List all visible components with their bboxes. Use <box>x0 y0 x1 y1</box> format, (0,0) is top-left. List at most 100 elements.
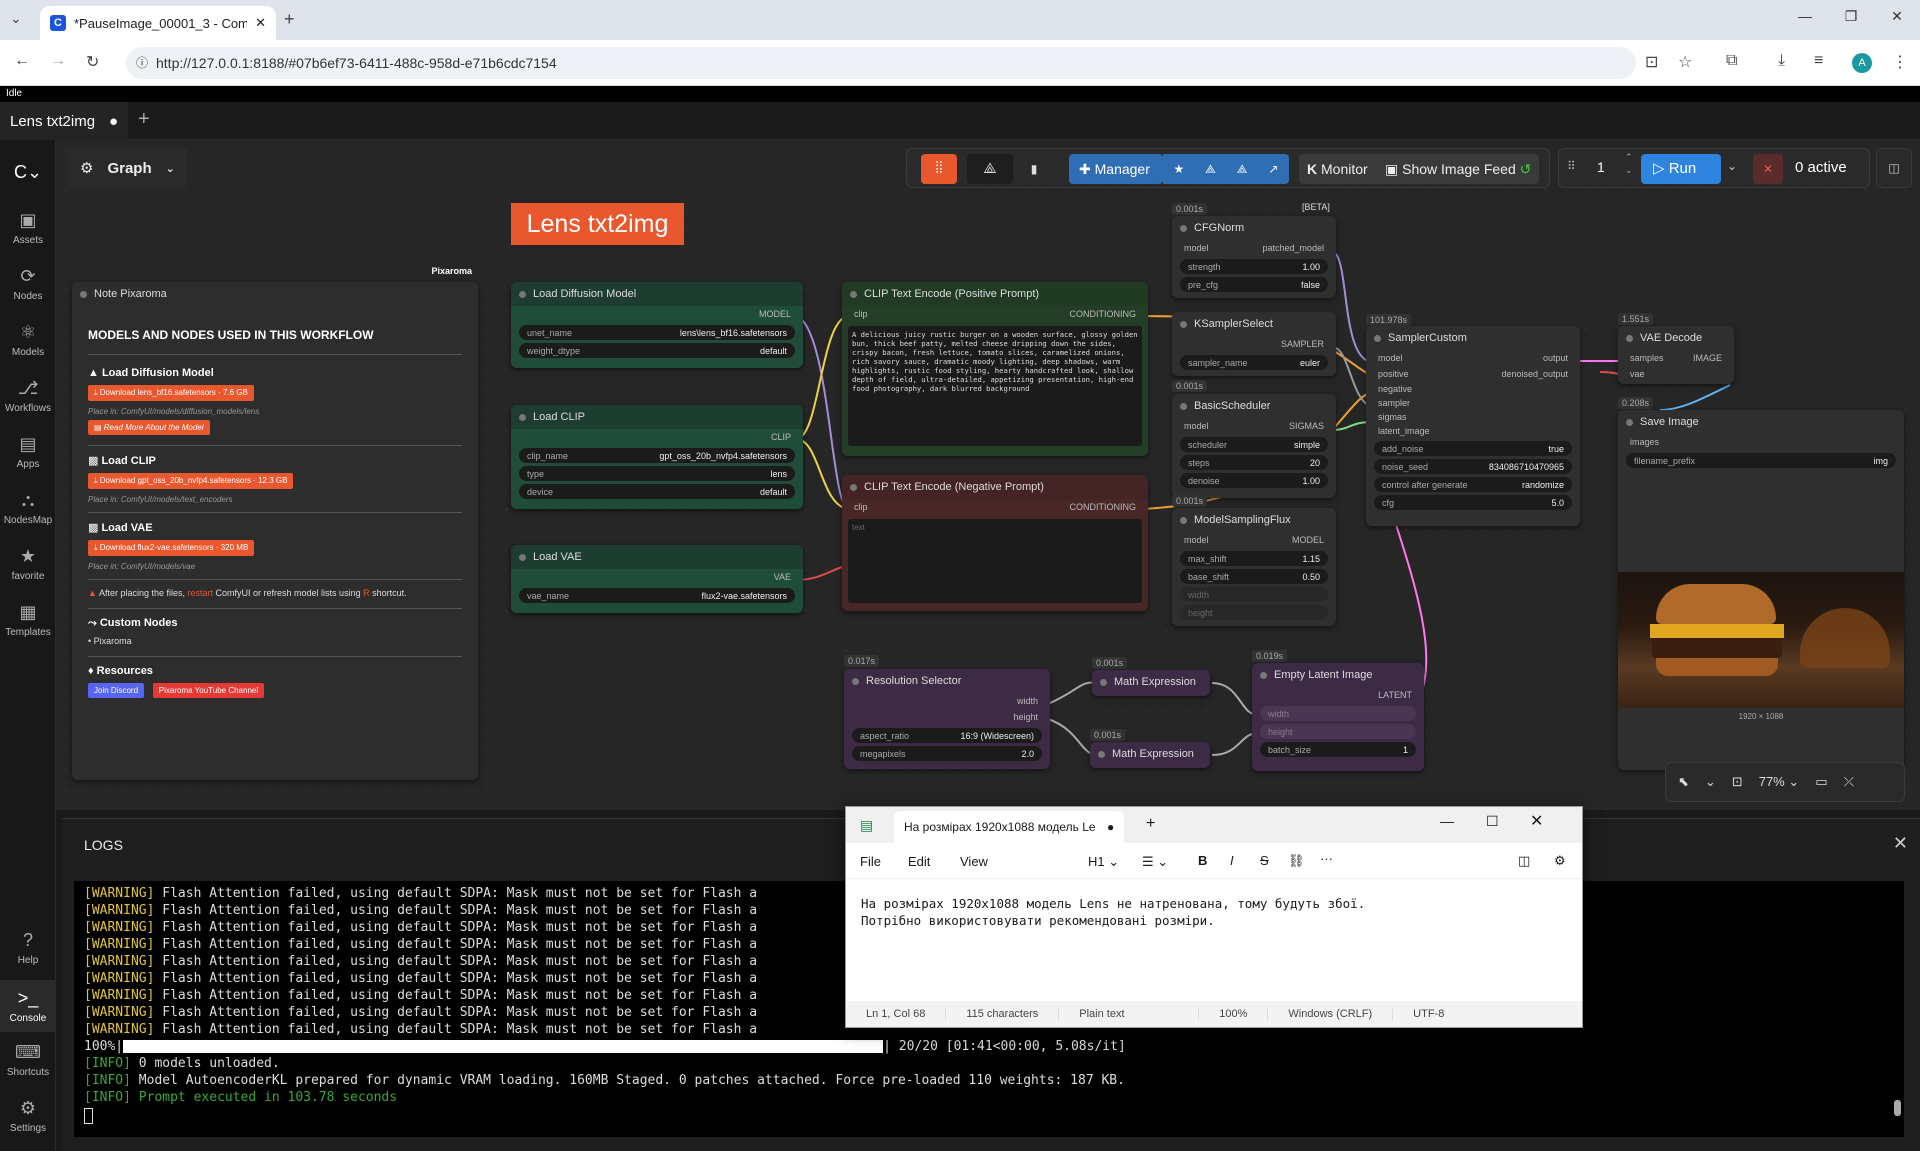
input-positive[interactable]: positive denoised_output <box>1366 366 1580 382</box>
output-model[interactable]: MODEL <box>1292 532 1324 548</box>
menu-edit[interactable]: Edit <box>908 854 930 869</box>
vae-name-widget[interactable]: vae_name flux2-vae.safetensors <box>519 588 795 603</box>
clip-negative-node[interactable]: CLIP Text Encode (Negative Prompt) clip C… <box>842 475 1148 611</box>
output-vae[interactable]: VAE <box>511 569 803 585</box>
output-denoised[interactable]: denoised_output <box>1501 366 1568 382</box>
weight-dtype-widget[interactable]: weight_dtype default <box>519 343 795 358</box>
input-latent-image[interactable]: latent_image <box>1366 424 1580 438</box>
strikethrough-icon[interactable]: S <box>1260 853 1269 868</box>
more-icon[interactable]: ··· <box>1320 851 1333 866</box>
denoise-widget[interactable]: denoise 1.00 <box>1180 473 1328 488</box>
minimize-icon[interactable]: — <box>1440 813 1454 829</box>
close-logs-icon[interactable]: ✕ <box>1893 833 1908 854</box>
basic-scheduler-node[interactable]: BasicScheduler model SIGMAS scheduler simp… <box>1172 394 1336 498</box>
close-window-icon[interactable]: ✕ <box>1530 811 1543 831</box>
math-expression-node-1[interactable]: Math Expression <box>1092 670 1210 696</box>
copilot-icon[interactable]: ◫ <box>1518 853 1530 869</box>
output-width[interactable]: width <box>844 693 1050 709</box>
output-image[interactable]: IMAGE <box>1693 350 1722 366</box>
new-tab-icon[interactable]: + <box>1146 815 1155 833</box>
save-image-node[interactable]: Save Image images filename_prefix img 192… <box>1618 410 1904 770</box>
type-widget[interactable]: type lens <box>519 466 795 481</box>
unet-name-widget[interactable]: unet_name lens\lens_bf16.safetensors <box>519 325 795 340</box>
width-input[interactable]: width <box>1180 587 1328 602</box>
output-sampler[interactable]: SAMPLER <box>1172 336 1336 352</box>
logs-scrollbar[interactable] <box>1892 895 1902 1119</box>
max-shift-widget[interactable]: max_shift 1.15 <box>1180 551 1328 566</box>
output-clip[interactable]: CLIP <box>511 429 803 445</box>
latent-height-input[interactable]: height <box>1260 724 1416 739</box>
note-node[interactable]: Pixaroma Note Pixaroma MODELS AND NODES … <box>72 266 478 780</box>
input-negative[interactable]: negative <box>1366 382 1580 396</box>
status-line-ending[interactable]: Windows (CRLF) <box>1268 1008 1394 1020</box>
strength-widget[interactable]: strength 1.00 <box>1180 259 1328 274</box>
resolution-selector-node[interactable]: Resolution Selector width height aspect_… <box>844 669 1050 769</box>
add-noise-toggle[interactable]: add_noise true <box>1374 441 1572 456</box>
discord-button[interactable]: Join Discord <box>88 683 145 698</box>
read-more-button[interactable]: ▤ Read More About the Model <box>88 420 210 435</box>
load-clip-node[interactable]: Load CLIP CLIP clip_name gpt_oss_20b_nvfp… <box>511 405 803 509</box>
generated-image[interactable] <box>1618 572 1904 708</box>
clip-positive-node[interactable]: CLIP Text Encode (Positive Prompt) clip C… <box>842 282 1148 456</box>
fit-view-icon[interactable]: ⊡ <box>1732 774 1743 790</box>
menu-view[interactable]: View <box>960 854 988 869</box>
youtube-button[interactable]: Pixaroma YouTube Channel <box>152 683 265 698</box>
input-model[interactable]: model patched_model <box>1172 240 1336 256</box>
menu-file[interactable]: File <box>860 854 881 869</box>
clip-name-widget[interactable]: clip_name gpt_oss_20b_nvfp4.safetensors <box>519 448 795 463</box>
megapixels-widget[interactable]: megapixels 2.0 <box>852 746 1042 761</box>
negative-prompt-textarea[interactable]: text <box>848 519 1142 603</box>
input-clip[interactable]: clip CONDITIONING <box>842 499 1148 515</box>
notepad-tab[interactable]: На розмірах 1920x1088 модель Le ● <box>894 811 1124 843</box>
input-model[interactable]: model MODEL <box>1172 532 1336 548</box>
ksampler-select-node[interactable]: KSamplerSelect SAMPLER sampler_name euler <box>1172 312 1336 376</box>
noise-seed-widget[interactable]: noise_seed 834086710470965 <box>1374 459 1572 474</box>
input-sampler[interactable]: sampler <box>1366 396 1580 410</box>
cfgnorm-node[interactable]: CFGNorm model patched_model strength 1.00 … <box>1172 216 1336 298</box>
load-diffusion-node[interactable]: Load Diffusion Model MODEL unet_name lens… <box>511 282 803 368</box>
download-lens-button[interactable]: ⤓ Download lens_bf16.safetensors · 7.6 G… <box>88 385 254 401</box>
input-samples[interactable]: samples IMAGE <box>1618 350 1734 366</box>
scheduler-widget[interactable]: scheduler simple <box>1180 437 1328 452</box>
output-model[interactable]: MODEL <box>511 306 803 322</box>
height-input[interactable]: height <box>1180 605 1328 620</box>
filename-prefix-widget[interactable]: filename_prefix img <box>1626 453 1896 468</box>
link-visibility-icon[interactable]: ⤫ <box>1844 774 1854 790</box>
model-sampling-flux-node[interactable]: ModelSamplingFlux model MODEL max_shift 1.… <box>1172 508 1336 626</box>
sampler-custom-node[interactable]: SamplerCustom model output positive denois… <box>1366 326 1580 526</box>
output-output[interactable]: output <box>1543 350 1568 366</box>
notepad-scrollbar[interactable] <box>1572 885 1578 995</box>
aspect-ratio-widget[interactable]: aspect_ratio 16:9 (Widescreen) <box>852 728 1042 743</box>
math-expression-node-2[interactable]: Math Expression <box>1090 742 1210 768</box>
italic-icon[interactable]: I <box>1230 853 1234 868</box>
steps-widget[interactable]: steps 20 <box>1180 455 1328 470</box>
pre-cfg-toggle[interactable]: pre_cfg false <box>1180 277 1328 292</box>
input-clip[interactable]: clip CONDITIONING <box>842 306 1148 322</box>
latent-width-input[interactable]: width <box>1260 706 1416 721</box>
list-icon[interactable]: ☰ ⌄ <box>1142 854 1168 870</box>
maximize-icon[interactable]: ☐ <box>1486 813 1499 830</box>
output-conditioning[interactable]: CONDITIONING <box>1070 306 1137 322</box>
input-model[interactable]: model output <box>1366 350 1580 366</box>
output-sigmas[interactable]: SIGMAS <box>1289 418 1324 434</box>
output-patched-model[interactable]: patched_model <box>1262 240 1324 256</box>
input-sigmas[interactable]: sigmas <box>1366 410 1580 424</box>
heading-dropdown[interactable]: H1 ⌄ <box>1088 854 1119 870</box>
status-zoom[interactable]: 100% <box>1199 1008 1269 1020</box>
positive-prompt-textarea[interactable]: A delicious juicy rustic burger on a woo… <box>848 326 1142 446</box>
output-height[interactable]: height <box>844 709 1050 725</box>
download-clip-button[interactable]: ⤓ Download gpt_oss_20b_nvfp4.safetensors… <box>88 473 294 489</box>
device-widget[interactable]: device default <box>519 484 795 499</box>
empty-latent-node[interactable]: Empty Latent Image LATENT width height b… <box>1252 663 1424 771</box>
status-encoding[interactable]: UTF-8 <box>1393 1008 1464 1020</box>
output-conditioning[interactable]: CONDITIONING <box>1070 499 1137 515</box>
batch-size-widget[interactable]: batch_size 1 <box>1260 742 1416 757</box>
pointer-select-icon[interactable]: ⬉ <box>1678 774 1689 790</box>
control-after-generate-widget[interactable]: control after generate randomize <box>1374 477 1572 492</box>
cfg-widget[interactable]: cfg 5.0 <box>1374 495 1572 510</box>
gear-icon[interactable]: ⚙ <box>1554 853 1566 869</box>
sampler-name-widget[interactable]: sampler_name euler <box>1180 355 1328 370</box>
load-vae-node[interactable]: Load VAE VAE vae_name flux2-vae.safetenso… <box>511 545 803 613</box>
download-vae-button[interactable]: ⤓ Download flux2-vae.safetensors · 320 M… <box>88 540 255 556</box>
input-model[interactable]: model SIGMAS <box>1172 418 1336 434</box>
